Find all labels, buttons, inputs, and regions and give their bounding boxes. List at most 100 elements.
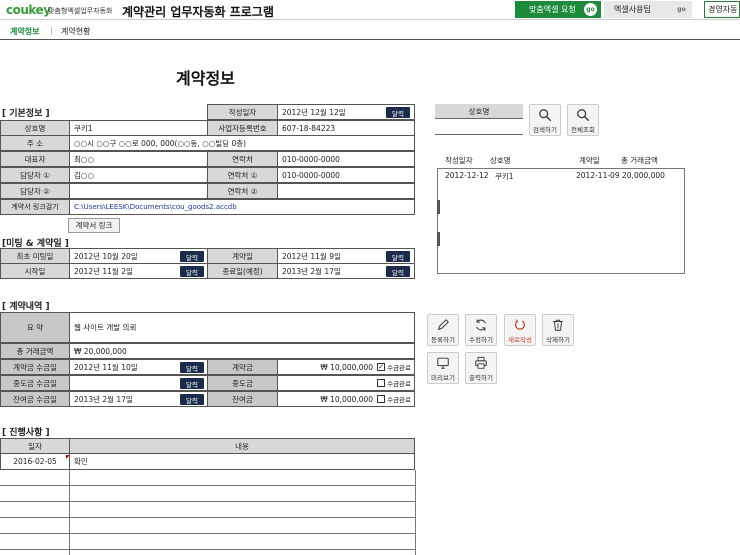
manager2-contact-label: 연락처 ② bbox=[207, 183, 278, 199]
progress-row-content[interactable]: 확인 bbox=[69, 454, 415, 470]
manager1-label: 담당자 ① bbox=[0, 167, 70, 183]
monitor-icon bbox=[437, 357, 449, 369]
search-icon bbox=[577, 109, 590, 122]
search-icon bbox=[539, 109, 552, 122]
progress-section-label: [ 진행사항 ] bbox=[2, 428, 50, 438]
progress-row-line bbox=[0, 485, 415, 486]
print-button[interactable]: 출력하기 bbox=[465, 352, 497, 384]
search-button[interactable]: 검색하기 bbox=[529, 104, 561, 136]
scrollbar-marker[interactable] bbox=[437, 232, 440, 246]
pencil-icon bbox=[437, 319, 449, 331]
progress-right-border bbox=[415, 470, 416, 555]
contract-date-label: 계약일 bbox=[207, 248, 278, 264]
contract-link-button[interactable]: 계약서 링크 bbox=[68, 218, 120, 233]
progress-row-line bbox=[0, 549, 415, 550]
trash-icon bbox=[553, 319, 563, 331]
progress-row-date[interactable]: 2016-02-05 bbox=[0, 454, 70, 470]
deposit-label: 계약금 bbox=[207, 359, 278, 375]
logo: coukey bbox=[6, 3, 51, 17]
calendar-button[interactable]: 달력 bbox=[386, 107, 410, 118]
contract-list[interactable]: 2012-12-12 쿠키1 2012-11-09 20,000,000 bbox=[437, 168, 685, 274]
refresh-icon bbox=[476, 319, 486, 331]
ceo-field[interactable]: 최○○ bbox=[69, 151, 208, 167]
list-item-total[interactable]: 20,000,000 bbox=[622, 171, 665, 180]
company-field[interactable]: 쿠키1 bbox=[69, 120, 208, 136]
ceo-contact-field[interactable]: 010-0000-0000 bbox=[277, 151, 415, 167]
list-header-total: 총 거래금액 bbox=[621, 156, 658, 165]
search-company-input[interactable] bbox=[435, 119, 523, 135]
calendar-button[interactable]: 달력 bbox=[180, 266, 204, 277]
manager1-contact-label: 연락처 ① bbox=[207, 167, 278, 183]
balance-received-checkbox[interactable] bbox=[377, 395, 386, 403]
total-amount-label: 총 거래금액 bbox=[0, 343, 70, 359]
mid-received-checkbox[interactable] bbox=[377, 379, 386, 387]
summary-label: 요 약 bbox=[0, 312, 70, 343]
calendar-button[interactable]: 달력 bbox=[180, 251, 204, 262]
list-item-company[interactable]: 쿠키1 bbox=[495, 171, 514, 182]
progress-row-line bbox=[0, 533, 415, 534]
tab-contract-info[interactable]: 계약정보 bbox=[10, 26, 39, 37]
management-automation-button[interactable]: 경영자동 bbox=[704, 1, 740, 18]
total-amount-field[interactable]: ₩ 20,000,000 bbox=[69, 343, 415, 359]
register-button[interactable]: 등록하기 bbox=[427, 314, 459, 346]
calendar-button[interactable]: 달력 bbox=[180, 394, 204, 405]
custom-excel-request-button[interactable]: 맞춤엑셀 요청 go bbox=[515, 1, 601, 18]
preview-button[interactable]: 미리보기 bbox=[427, 352, 459, 384]
end-date-label: 종료일(예정) bbox=[207, 263, 278, 279]
list-header-company: 상호명 bbox=[490, 156, 511, 165]
search-company-label: 상호명 bbox=[435, 104, 523, 119]
first-meeting-label: 최초 미팅일 bbox=[0, 248, 70, 264]
deposit-date-label: 계약금 수금일 bbox=[0, 359, 70, 375]
list-item-contract-date[interactable]: 2012-11-09 bbox=[576, 171, 620, 180]
progress-row-line bbox=[0, 501, 415, 502]
ceo-label: 대표자 bbox=[0, 151, 70, 167]
calendar-button[interactable]: 달력 bbox=[180, 362, 204, 373]
mid-payment-field[interactable]: 수금완료 bbox=[277, 375, 415, 391]
tab-contract-status[interactable]: 계약현황 bbox=[61, 26, 90, 37]
calendar-button[interactable]: 달력 bbox=[180, 378, 204, 389]
new-button[interactable]: 새로작성 bbox=[504, 314, 536, 346]
mid-payment-label: 중도금 bbox=[207, 375, 278, 391]
modify-button[interactable]: 수정하기 bbox=[465, 314, 497, 346]
view-all-button[interactable]: 전체조회 bbox=[567, 104, 599, 136]
bizno-field[interactable]: 607-18-84223 bbox=[277, 120, 415, 136]
calendar-button[interactable]: 달력 bbox=[386, 266, 410, 277]
manager2-field[interactable] bbox=[69, 183, 208, 199]
excel-tips-button[interactable]: 엑셀사용팁 go bbox=[604, 1, 692, 18]
start-date-label: 시작일 bbox=[0, 263, 70, 279]
list-header-contract-date: 계약일 bbox=[579, 156, 600, 165]
scrollbar-marker[interactable] bbox=[437, 200, 440, 214]
progress-row-line bbox=[0, 517, 415, 518]
calendar-button[interactable]: 달력 bbox=[386, 251, 410, 262]
contract-link-label: 계약서 링크걸기 bbox=[0, 199, 70, 215]
deposit-field[interactable]: ₩ 10,000,000 ✓ 수금완료 bbox=[277, 359, 415, 375]
manager1-contact-field[interactable]: 010-0000-0000 bbox=[277, 167, 415, 183]
contract-link-path[interactable]: C:\Users\LEESK\Documents\cou_goods2.accd… bbox=[69, 199, 415, 215]
progress-content-header: 내용 bbox=[69, 438, 415, 454]
contract-section-label: [ 계약내역 ] bbox=[2, 302, 50, 312]
bizno-label: 사업자등록번호 bbox=[207, 120, 278, 136]
summary-field[interactable]: 웹 사이트 개발 의뢰 bbox=[69, 312, 415, 343]
list-item-date[interactable]: 2012-12-12 bbox=[445, 171, 489, 180]
address-label: 주 소 bbox=[0, 135, 70, 151]
deposit-received-checkbox[interactable]: ✓ bbox=[377, 363, 386, 371]
basic-info-section-label: [ 기본정보 ] bbox=[2, 109, 50, 119]
ceo-contact-label: 연락처 bbox=[207, 151, 278, 167]
tab-bar: 계약정보 | 계약현황 bbox=[0, 24, 740, 40]
list-header-date: 작성일자 bbox=[445, 156, 473, 165]
address-field[interactable]: ○○시 ○○구 ○○로 000, 000(○○동, ○○빌딩 0층) bbox=[69, 135, 415, 151]
progress-column-divider bbox=[69, 470, 70, 555]
written-date-label: 작성일자 bbox=[207, 104, 278, 120]
manager1-field[interactable]: 김○○ bbox=[69, 167, 208, 183]
reload-icon bbox=[515, 319, 525, 330]
balance-label: 잔여금 bbox=[207, 391, 278, 407]
balance-field[interactable]: ₩ 10,000,000 수금완료 bbox=[277, 391, 415, 407]
program-title: 계약관리 업무자동화 프로그램 bbox=[122, 5, 274, 19]
manager2-contact-field[interactable] bbox=[277, 183, 415, 199]
delete-button[interactable]: 삭제하기 bbox=[542, 314, 574, 346]
tab-separator: | bbox=[50, 26, 53, 35]
logo-subtitle: 맞춤형엑셀업무자동화 bbox=[48, 7, 113, 15]
page-title: 계약정보 bbox=[176, 69, 235, 88]
balance-date-label: 잔여금 수금일 bbox=[0, 391, 70, 407]
go-icon: go bbox=[584, 3, 597, 16]
